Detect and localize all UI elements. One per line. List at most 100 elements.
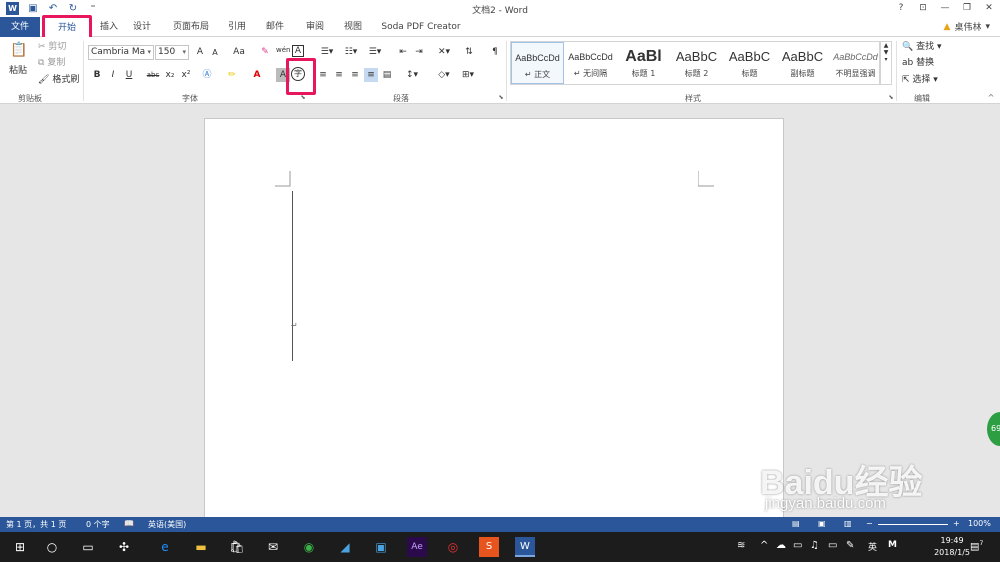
zoom-level[interactable]: 100%	[968, 519, 991, 528]
edge-browser-icon[interactable]: e	[155, 537, 175, 557]
chinese-layout-icon[interactable]: ✕▾	[434, 45, 454, 59]
zoom-in-icon[interactable]: +	[953, 519, 960, 528]
netease-music-icon[interactable]: ◎	[443, 537, 463, 557]
align-left-icon[interactable]: ≡	[316, 68, 330, 82]
line-spacing-icon[interactable]: ↕▾	[402, 68, 422, 82]
battery-icon[interactable]: ▭	[828, 540, 837, 551]
select-button[interactable]: ⇱ 选择 ▾	[902, 74, 938, 86]
enclose-characters-button[interactable]: 字	[291, 67, 305, 81]
style-subtle-emphasis[interactable]: AaBbCcDd 不明显强调	[829, 42, 882, 84]
style-subtitle[interactable]: AaBbC 副标题	[776, 42, 829, 84]
volume-icon[interactable]: ♫	[810, 540, 819, 551]
tab-file[interactable]: 文件	[0, 17, 40, 37]
sort-icon[interactable]: ⇅	[462, 45, 476, 59]
grow-font-icon[interactable]: A	[193, 45, 207, 59]
restore-button[interactable]: ❐	[956, 0, 978, 17]
tab-references[interactable]: 引用	[222, 17, 252, 37]
web-layout-icon[interactable]: ▥	[844, 519, 852, 528]
subscript-button[interactable]: x₂	[163, 68, 177, 82]
paste-icon[interactable]: 📋	[10, 43, 28, 63]
cut-button[interactable]: ✂ 剪切	[38, 41, 66, 53]
tab-page-layout[interactable]: 页面布局	[166, 17, 216, 37]
pen-icon[interactable]: ✎	[846, 540, 854, 551]
bullets-icon[interactable]: ☰▾	[316, 45, 338, 59]
page-count[interactable]: 第 1 页，共 1 页	[6, 519, 66, 530]
strikethrough-button[interactable]: abc	[145, 68, 161, 82]
show-marks-icon[interactable]: ¶	[488, 45, 502, 59]
distributed-icon[interactable]: ▤	[380, 68, 394, 82]
tab-review[interactable]: 审阅	[300, 17, 330, 37]
shading-icon[interactable]: ◇▾	[434, 68, 454, 82]
replace-button[interactable]: ab 替换	[902, 57, 934, 69]
justify-icon[interactable]: ≡	[364, 68, 378, 82]
save-icon[interactable]: ▣	[27, 3, 39, 15]
format-painter-button[interactable]: 🖌 格式刷	[38, 74, 79, 86]
installer-icon[interactable]: ◢	[335, 537, 355, 557]
style-title[interactable]: AaBbC 标题	[723, 42, 776, 84]
wifi-icon[interactable]: ≋	[737, 540, 745, 551]
multilevel-list-icon[interactable]: ☰▾	[364, 45, 386, 59]
tab-view[interactable]: 视图	[338, 17, 368, 37]
bold-button[interactable]: B	[90, 68, 104, 82]
store-icon[interactable]: 🛍	[227, 537, 247, 557]
style-normal[interactable]: AaBbCcDd ↵ 正文	[511, 42, 564, 84]
font-color-icon[interactable]: A	[250, 68, 264, 82]
mail-icon[interactable]: ✉	[263, 537, 283, 557]
screenshot-tool-icon[interactable]: ▣	[371, 537, 391, 557]
language-status[interactable]: 英语(美国)	[148, 519, 186, 530]
tab-design[interactable]: 设计	[126, 17, 158, 37]
char-border-button[interactable]: A	[292, 45, 304, 57]
print-layout-icon[interactable]: ▣	[818, 519, 826, 528]
windows-start-icon[interactable]: ⊞	[10, 537, 30, 557]
find-button[interactable]: 🔍 查找 ▾	[902, 41, 942, 53]
task-view-icon[interactable]: ▭	[78, 537, 98, 557]
underline-button[interactable]: U	[122, 68, 136, 82]
change-case-button[interactable]: Aa	[229, 45, 249, 59]
clock[interactable]: 19:49 2018/1/5	[934, 535, 970, 559]
clear-formatting-icon[interactable]: ✎	[258, 45, 272, 59]
italic-button[interactable]: I	[106, 68, 120, 82]
proofing-icon[interactable]: 📖	[124, 519, 134, 528]
browser-360-icon[interactable]: ◉	[299, 537, 319, 557]
document-page[interactable]: ↵	[204, 118, 784, 518]
collapse-ribbon-icon[interactable]: ^	[984, 91, 998, 105]
highlight-color-icon[interactable]: ✏	[225, 68, 239, 82]
increase-indent-icon[interactable]: ⇥	[412, 45, 426, 59]
minimize-button[interactable]: —	[934, 0, 956, 17]
font-size-combo[interactable]: 150 ▾	[155, 45, 189, 60]
tab-soda-pdf[interactable]: Soda PDF Creator	[376, 17, 466, 37]
decrease-indent-icon[interactable]: ⇤	[396, 45, 410, 59]
styles-scroll[interactable]: ▲ ▼ ▾	[880, 41, 892, 85]
cloud-icon[interactable]: ☁	[776, 540, 786, 551]
help-button[interactable]: ?	[890, 0, 912, 17]
user-account[interactable]: ▲ 桌伟林 ▾	[944, 20, 990, 34]
tray-chevron-icon[interactable]: ^	[760, 540, 768, 551]
style-heading-2[interactable]: AaBbC 标题 2	[670, 42, 723, 84]
customize-qat-icon[interactable]: ⁼	[87, 3, 99, 15]
ime-indicator[interactable]: 英	[868, 540, 877, 553]
style-no-spacing[interactable]: AaBbCcDd ↵ 无间隔	[564, 42, 617, 84]
undo-icon[interactable]: ↶	[47, 3, 59, 15]
input-mode-icon[interactable]: M	[888, 540, 897, 550]
align-right-icon[interactable]: ≡	[348, 68, 362, 82]
text-effects-icon[interactable]: Ⓐ	[200, 68, 214, 82]
align-center-icon[interactable]: ≡	[332, 68, 346, 82]
file-explorer-icon[interactable]: ▬	[191, 537, 211, 557]
tab-mailings[interactable]: 邮件	[260, 17, 290, 37]
copy-button[interactable]: ⧉ 复制	[38, 57, 65, 69]
notification-center-icon[interactable]: ▤7	[970, 540, 983, 552]
paste-button[interactable]: 粘贴	[9, 65, 27, 77]
font-name-combo[interactable]: Cambria Ma ▾	[88, 45, 154, 60]
superscript-button[interactable]: x²	[179, 68, 193, 82]
numbering-icon[interactable]: ☷▾	[340, 45, 362, 59]
word-taskbar-icon[interactable]: W	[515, 537, 535, 557]
redo-icon[interactable]: ↻	[67, 3, 79, 15]
phonetic-guide-button[interactable]: wén	[276, 43, 290, 57]
zoom-slider[interactable]	[878, 524, 948, 525]
pinwheel-app-icon[interactable]: ✣	[114, 537, 134, 557]
close-button[interactable]: ✕	[978, 0, 1000, 17]
word-count[interactable]: 0 个字	[86, 519, 110, 530]
ribbon-display-button[interactable]: ⊡	[912, 0, 934, 17]
sogou-input-icon[interactable]: S	[479, 537, 499, 557]
zoom-out-icon[interactable]: −	[866, 519, 873, 528]
